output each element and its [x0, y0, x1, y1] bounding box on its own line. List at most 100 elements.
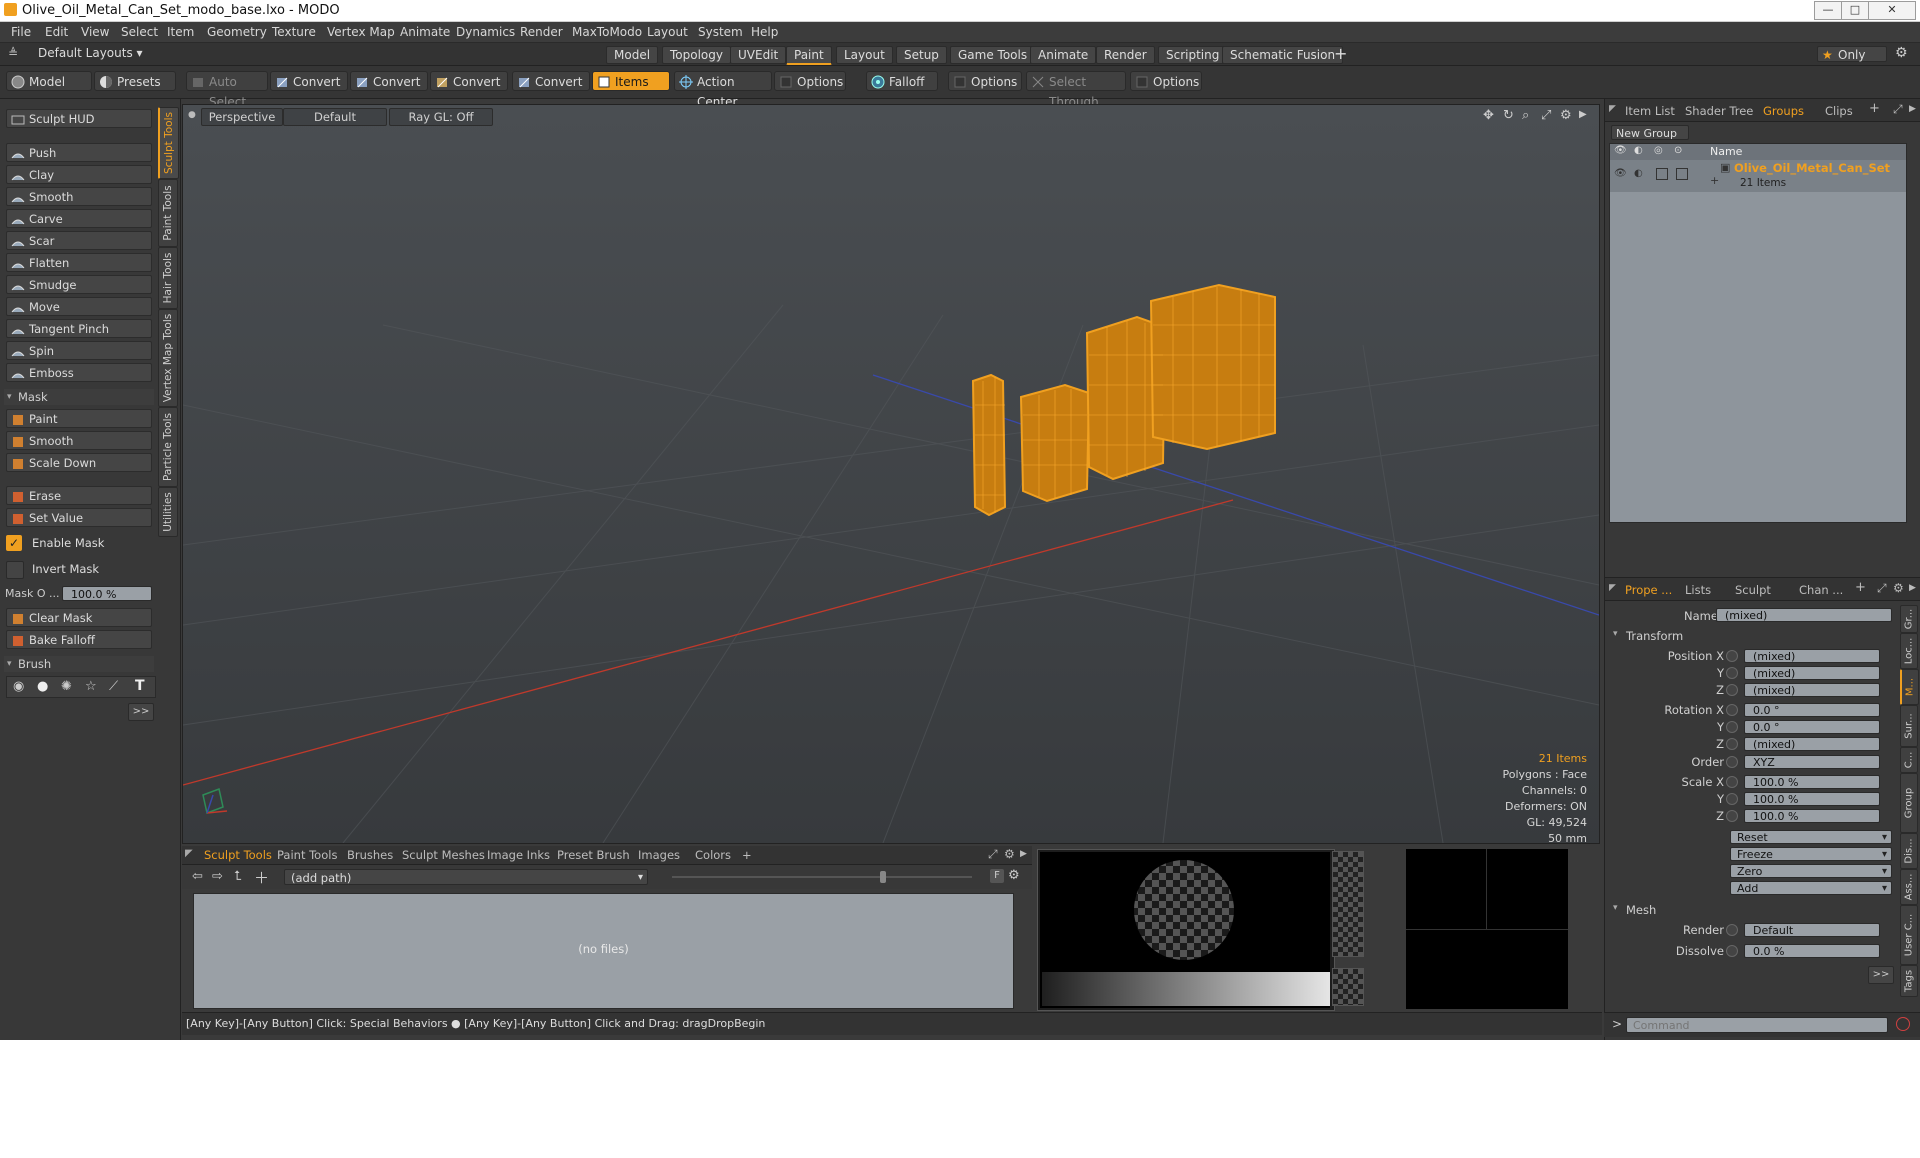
convert-edges-button[interactable]: Convert — [350, 71, 428, 91]
vtab-utilities[interactable]: Utilities — [158, 487, 178, 537]
rotation-z-input[interactable]: (mixed) — [1744, 737, 1880, 751]
mask-tool-paint[interactable]: Paint — [6, 409, 152, 428]
expand-group-icon[interactable]: + — [1710, 174, 1719, 187]
thumbnail-size-slider[interactable] — [672, 876, 972, 878]
tool-move[interactable]: Move — [6, 297, 152, 316]
auto-select-button[interactable]: Auto Select — [186, 71, 268, 109]
panel-menu-icon[interactable]: ◤ — [1609, 104, 1616, 114]
tab-topology[interactable]: Topology — [662, 46, 731, 64]
falloff-button[interactable]: Falloff — [866, 71, 938, 91]
tool-carve[interactable]: Carve — [6, 209, 152, 228]
close-button[interactable]: ✕ — [1868, 1, 1916, 20]
invert-mask-checkbox[interactable] — [6, 561, 24, 579]
add-dropdown[interactable]: Add — [1730, 881, 1892, 896]
bottom-panel-menu-icon[interactable]: ◤ — [185, 848, 193, 859]
render-dropdown[interactable]: Default — [1744, 923, 1880, 937]
tool-flatten[interactable]: Flatten — [6, 253, 152, 272]
rvtab-surface[interactable]: Sur... — [1900, 705, 1918, 747]
rtab-shader-tree[interactable]: Shader Tree — [1685, 104, 1753, 118]
presets-button[interactable]: Presets F6 — [94, 71, 176, 109]
menu-select[interactable]: Select — [121, 25, 158, 39]
tool-tangent-pinch[interactable]: Tangent Pinch — [6, 319, 152, 338]
items-mode-button[interactable]: Items — [592, 71, 670, 91]
rtab-sculpt[interactable]: Sculpt — [1735, 583, 1771, 597]
menu-vertex-map[interactable]: Vertex Map — [327, 25, 395, 39]
tool-smudge[interactable]: Smudge — [6, 275, 152, 294]
layout-menu-icon[interactable]: ≜ — [8, 46, 18, 60]
position-x-input[interactable]: (mixed) — [1744, 649, 1880, 663]
mask-section-header[interactable]: Mask — [4, 389, 154, 405]
rvtab-tags[interactable]: Tags — [1900, 965, 1918, 997]
keyframe-toggle[interactable] — [1726, 810, 1738, 822]
vtab-sculpt-tools[interactable]: Sculpt Tools — [158, 107, 179, 179]
btab-colors[interactable]: Colors — [695, 848, 731, 862]
tab-paint[interactable]: Paint — [786, 46, 832, 65]
add-properties-tab-button[interactable]: + — [1855, 580, 1866, 595]
keyframe-toggle[interactable] — [1726, 667, 1738, 679]
model-mode-button[interactable]: Model F2 — [6, 71, 92, 109]
btab-paint-tools[interactable]: Paint Tools — [277, 848, 337, 862]
reset-dropdown[interactable]: Reset — [1730, 830, 1892, 845]
add-path-icon[interactable]: ＋ — [254, 867, 269, 888]
tab-setup[interactable]: Setup — [896, 46, 947, 64]
eye-icon[interactable]: 👁 — [1614, 168, 1627, 179]
properties-more-button[interactable]: >> — [1868, 966, 1894, 984]
tool-emboss[interactable]: Emboss — [6, 363, 152, 382]
rtab-properties[interactable]: Prope ... — [1625, 583, 1672, 597]
group-row[interactable]: 👁 ◐ + ▣ Olive_Oil_Metal_Can_Set 21 Items — [1610, 160, 1906, 192]
brush-section-header[interactable]: Brush — [4, 656, 154, 672]
menu-dynamics[interactable]: Dynamics — [456, 25, 515, 39]
transform-section-header[interactable]: ▾ Transform — [1610, 629, 1900, 644]
bottom-expand-icon[interactable]: ▶ — [1020, 849, 1027, 859]
rtab-groups[interactable]: Groups — [1763, 104, 1804, 118]
select-toggle[interactable] — [1676, 168, 1688, 180]
convert-polygons-button[interactable]: Convert — [430, 71, 508, 91]
action-center-options-button[interactable]: Options — [774, 71, 846, 91]
scale-y-input[interactable]: 100.0 % — [1744, 792, 1880, 806]
rtab-clips[interactable]: Clips — [1825, 104, 1853, 118]
select-column-icon[interactable]: ⊙ — [1674, 145, 1682, 156]
keyframe-toggle[interactable] — [1726, 738, 1738, 750]
falloff-options-button[interactable]: Options — [948, 71, 1022, 91]
groups-expand-icon[interactable]: ▶ — [1909, 104, 1916, 114]
default-layouts-dropdown[interactable]: Default Layouts ▾ — [38, 46, 143, 60]
rvtab-c[interactable]: C... — [1900, 747, 1918, 773]
tool-scar[interactable]: Scar — [6, 231, 152, 250]
menu-system[interactable]: System — [698, 25, 743, 39]
brush-more-button[interactable]: >> — [128, 703, 154, 721]
command-history-icon[interactable] — [1896, 1017, 1910, 1031]
mask-tool-scale-down[interactable]: Scale Down — [6, 453, 152, 472]
bottom-maximize-icon[interactable]: ⤢ — [988, 847, 998, 862]
sculpt-hud-button[interactable]: Sculpt HUD — [6, 109, 152, 128]
text-brush-icon[interactable]: T — [135, 678, 145, 694]
keyframe-toggle[interactable] — [1726, 756, 1738, 768]
browser-settings-icon[interactable]: ⚙ — [1008, 868, 1020, 883]
set-value-button[interactable]: Set Value — [6, 508, 152, 527]
bake-falloff-button[interactable]: Bake Falloff — [6, 630, 152, 649]
rvtab-display[interactable]: Dis... — [1900, 833, 1918, 869]
menu-view[interactable]: View — [81, 25, 109, 39]
panel-menu-icon[interactable]: ◤ — [1609, 583, 1616, 593]
properties-settings-icon[interactable]: ⚙ — [1893, 581, 1904, 595]
action-center-button[interactable]: Action Center — [674, 71, 772, 109]
lock-column-icon[interactable]: ◎ — [1654, 145, 1663, 156]
rotation-y-input[interactable]: 0.0 ° — [1744, 720, 1880, 734]
properties-expand-icon[interactable]: ▶ — [1909, 583, 1916, 593]
rtab-item-list[interactable]: Item List — [1625, 104, 1675, 118]
rotation-x-input[interactable]: 0.0 ° — [1744, 703, 1880, 717]
menu-layout[interactable]: Layout — [647, 25, 688, 39]
menu-render[interactable]: Render — [520, 25, 563, 39]
add-right-tab-button[interactable]: + — [1869, 101, 1880, 116]
tab-model[interactable]: Model — [606, 46, 659, 64]
parent-folder-icon[interactable]: ⮤ — [234, 869, 242, 884]
forward-arrow-icon[interactable]: ⇨ — [212, 869, 223, 884]
menu-geometry[interactable]: Geometry — [207, 25, 267, 39]
mask-tool-smooth[interactable]: Smooth — [6, 431, 152, 450]
soft-brush-icon[interactable]: ◉ — [13, 679, 24, 694]
menu-help[interactable]: Help — [751, 25, 778, 39]
erase-button[interactable]: Erase — [6, 486, 152, 505]
tab-game-tools[interactable]: Game Tools — [950, 46, 1036, 64]
convert-vertices-button[interactable]: Convert — [270, 71, 348, 91]
vtab-hair-tools[interactable]: Hair Tools — [158, 247, 178, 309]
mask-opacity-input[interactable]: 100.0 % — [62, 586, 152, 601]
